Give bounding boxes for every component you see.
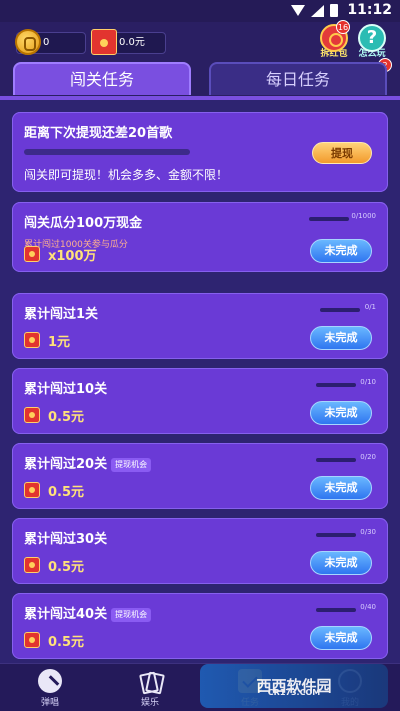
nav-item-label: 娱乐 [140, 698, 159, 708]
task-status-button[interactable]: 未完成 [310, 239, 372, 263]
reward-amount: 0.5元 [48, 634, 85, 650]
tab-level-tasks[interactable]: 闯关任务 [13, 62, 191, 95]
task-progress-bar [309, 217, 349, 221]
reward-amount: x100万 [48, 248, 97, 264]
task-reward: 0.5元 [24, 631, 85, 650]
task-card: 累计闯过40关 提现机会 0/40 0.5元 未完成 [12, 593, 388, 659]
withdraw-button[interactable]: 提现 [312, 142, 372, 164]
task-progress-bar [316, 458, 356, 462]
red-envelope-icon [24, 557, 40, 573]
withdraw-progress-bar [24, 149, 190, 155]
nav-item-entertainment[interactable]: 娱乐 [120, 669, 180, 708]
task-progress-text: 0/10 [360, 378, 376, 386]
wifi-icon [291, 5, 305, 16]
watermark-subtext: CR173.COM [267, 688, 321, 697]
task-reward: x100万 [24, 245, 97, 264]
task-card: 累计闯过10关 0/10 0.5元 未完成 [12, 368, 388, 434]
watermark-logo: 西西软件园 CR173.COM [200, 664, 388, 708]
task-status-button[interactable]: 未完成 [310, 476, 372, 500]
task-list[interactable]: 距离下次提现还差20首歌 闯关即可提现！机会多多、金额不限！ 提现 闯关瓜分10… [0, 96, 400, 663]
reward-amount: 0.5元 [48, 484, 85, 500]
reward-amount: 0.5元 [48, 559, 85, 575]
coin-balance[interactable]: 0 [15, 29, 86, 55]
signal-icon [311, 4, 324, 17]
task-progress-text: 0/20 [360, 453, 376, 461]
cards-icon [138, 669, 162, 693]
red-envelope-icon [24, 482, 40, 498]
red-envelope-icon [24, 632, 40, 648]
task-status-button[interactable]: 未完成 [310, 626, 372, 650]
battery-icon [330, 4, 338, 17]
withdraw-note: 闯关即可提现！机会多多、金额不限！ [24, 168, 229, 182]
status-bar: 11:12 [0, 0, 400, 22]
withdraw-card: 距离下次提现还差20首歌 闯关即可提现！机会多多、金额不限！ 提现 [12, 112, 388, 192]
tab-daily-tasks[interactable]: 每日任务 [209, 62, 387, 95]
task-progress-text: 0/1000 [351, 212, 376, 220]
task-title-text: 累计闯过20关 [24, 457, 108, 472]
withdraw-chance-tag: 提现机会 [111, 607, 152, 622]
task-reward: 1元 [24, 331, 71, 350]
cash-balance-value: 0.0元 [119, 37, 145, 48]
red-envelope-icon [91, 29, 117, 55]
task-title: 闯关瓜分100万现金 [24, 216, 143, 231]
task-title-text: 累计闯过40关 [24, 607, 108, 622]
status-icons [291, 4, 338, 17]
reward-amount: 0.5元 [48, 409, 85, 425]
reward-amount: 1元 [48, 334, 71, 350]
task-title: 累计闯过40关 提现机会 [24, 603, 152, 622]
task-reward: 0.5元 [24, 406, 85, 425]
withdraw-chance-tag: 提现机会 [111, 457, 152, 472]
hongbao-count-badge: 16 [336, 20, 350, 34]
task-status-button[interactable]: 未完成 [310, 551, 372, 575]
task-progress-text: 0/30 [360, 528, 376, 536]
task-progress-bar [316, 608, 356, 612]
task-title: 累计闯过1关 [24, 307, 99, 322]
task-title: 累计闯过20关 提现机会 [24, 453, 152, 472]
task-card: 闯关瓜分100万现金 累计闯过1000关参与瓜分 0/1000 x100万 未完… [12, 202, 388, 272]
status-time: 11:12 [347, 2, 392, 18]
coin-balance-value: 0 [43, 37, 50, 48]
task-title: 累计闯过30关 [24, 532, 108, 547]
task-card: 累计闯过20关 提现机会 0/20 0.5元 未完成 [12, 443, 388, 509]
red-envelope-icon [24, 332, 40, 348]
task-status-button[interactable]: 未完成 [310, 326, 372, 350]
how-to-play-button[interactable]: ? 怎么玩 [352, 24, 392, 62]
task-card: 累计闯过1关 0/1 1元 未完成 [12, 293, 388, 359]
red-envelope-icon [24, 407, 40, 423]
task-card: 累计闯过30关 0/30 0.5元 未完成 [12, 518, 388, 584]
task-progress-text: 0/40 [360, 603, 376, 611]
red-envelope-icon [24, 246, 40, 262]
cash-balance[interactable]: 0.0元 [91, 29, 166, 55]
task-reward: 0.5元 [24, 556, 85, 575]
task-progress-bar [320, 308, 360, 312]
nav-item-sing[interactable]: 弹唱 [20, 669, 80, 708]
task-title: 累计闯过10关 [24, 382, 108, 397]
coin-icon [15, 29, 41, 55]
task-progress-text: 0/1 [364, 303, 376, 311]
task-progress-bar [316, 383, 356, 387]
task-reward: 0.5元 [24, 481, 85, 500]
nav-item-label: 弹唱 [40, 698, 59, 708]
task-progress-bar [316, 533, 356, 537]
question-icon: ? [358, 24, 386, 52]
task-status-button[interactable]: 未完成 [310, 401, 372, 425]
task-tabs: 闯关任务 每日任务 [0, 62, 400, 96]
withdraw-title: 距离下次提现还差20首歌 [24, 126, 173, 141]
microphone-icon [38, 669, 62, 693]
